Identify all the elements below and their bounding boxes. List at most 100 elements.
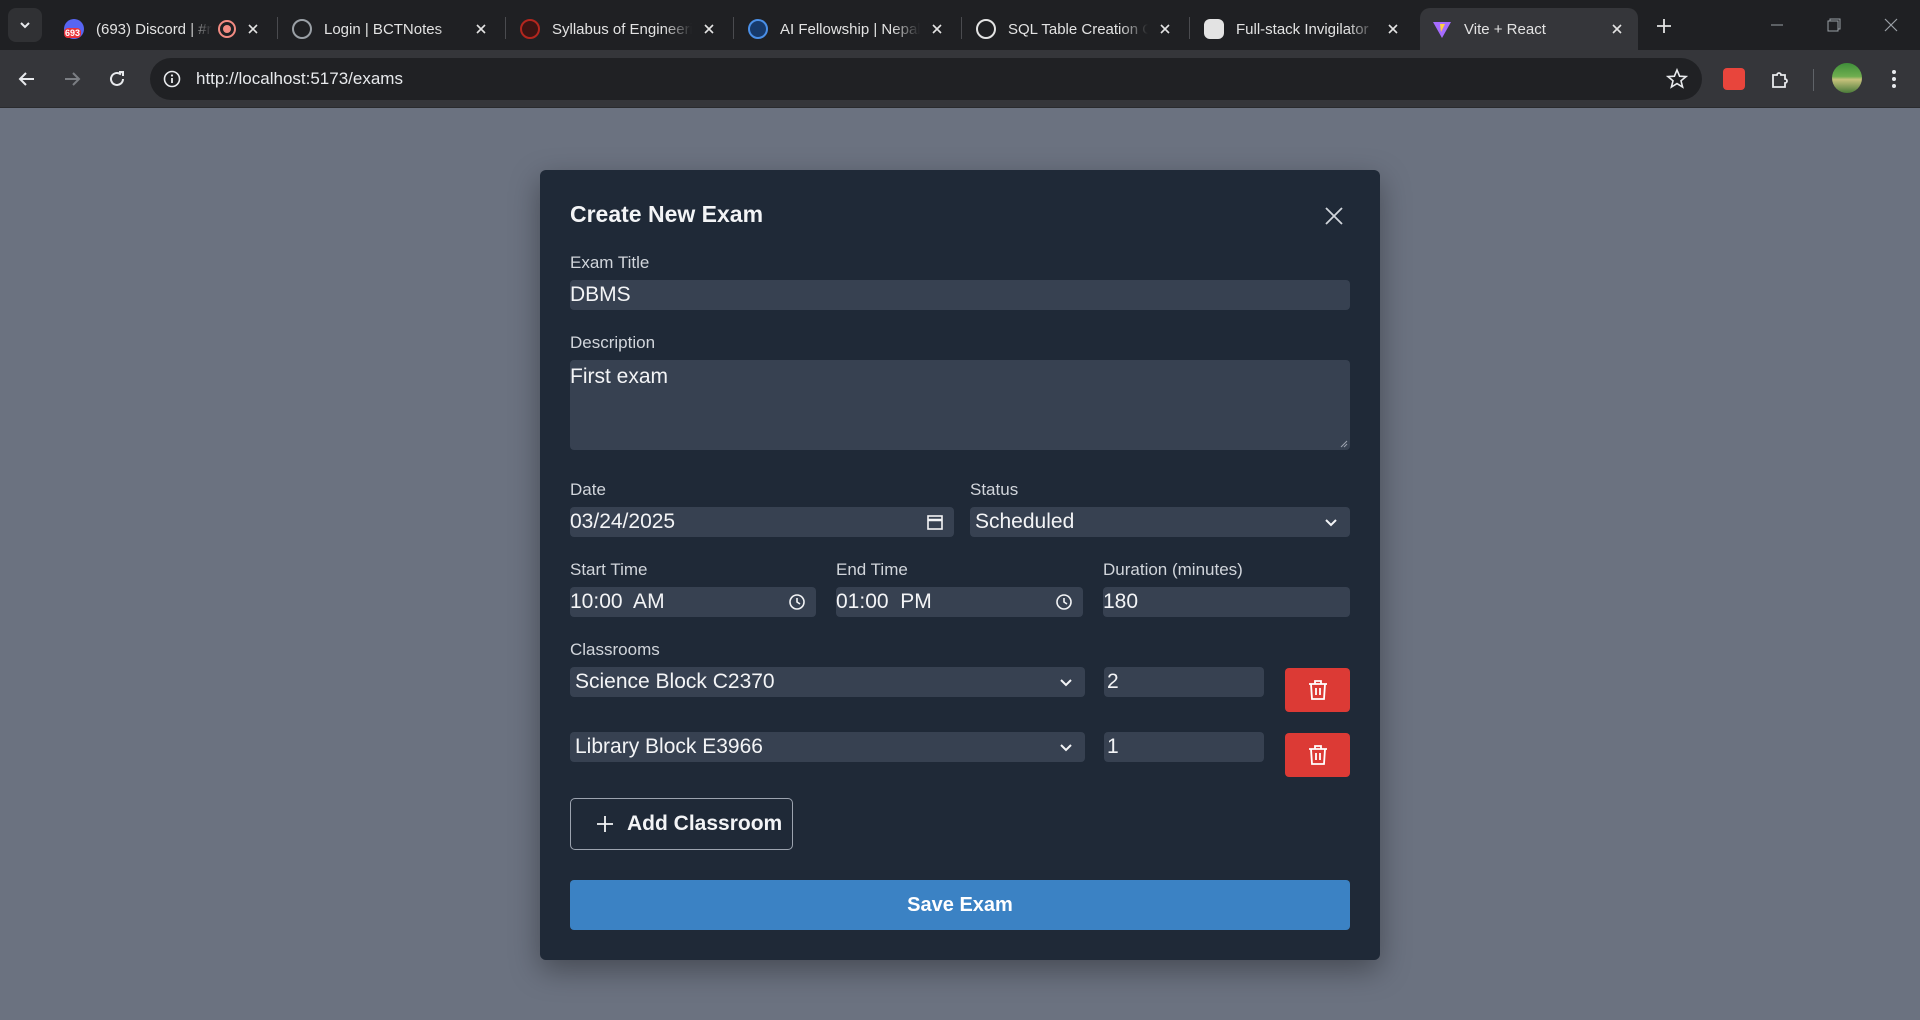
end-time-label: End Time — [836, 560, 908, 579]
menu-kebab-icon[interactable] — [1878, 63, 1910, 95]
site-info-icon[interactable] — [160, 67, 184, 91]
chevron-down-icon — [1322, 513, 1340, 531]
duration-label: Duration (minutes) — [1103, 560, 1243, 579]
tab-sql-table[interactable]: SQL Table Creation C — [964, 8, 1186, 50]
clock-icon[interactable] — [788, 593, 806, 611]
add-classroom-button[interactable]: Add Classroom — [570, 798, 793, 850]
address-bar[interactable]: http://localhost:5173/exams — [150, 58, 1702, 100]
tab-title: SQL Table Creation C — [1008, 20, 1148, 38]
tab-title: Vite + React — [1464, 20, 1546, 38]
chevron-down-icon — [20, 22, 30, 29]
university-logo-icon — [520, 19, 540, 39]
chevron-down-icon — [1057, 673, 1075, 691]
discord-badge: 693 — [64, 28, 82, 38]
plus-icon — [1657, 19, 1671, 33]
tab-bctnotes[interactable]: Login | BCTNotes — [280, 8, 502, 50]
chatgpt-icon — [976, 19, 996, 39]
minimize-button[interactable] — [1763, 12, 1791, 38]
trash-icon — [1308, 745, 1327, 765]
resize-grip-icon[interactable] — [1340, 440, 1348, 448]
close-tab-icon[interactable] — [472, 20, 490, 38]
arrow-right-icon — [65, 72, 81, 86]
browser-toolbar: http://localhost:5173/exams — [0, 50, 1920, 108]
close-icon — [1884, 18, 1898, 32]
clock-icon[interactable] — [1055, 593, 1073, 611]
classroom-count-input[interactable]: 2 — [1104, 667, 1264, 697]
close-tab-icon[interactable] — [244, 20, 262, 38]
tab-strip: 693 (693) Discord | #r Login | BCTNotes … — [0, 0, 1920, 50]
copilot-icon — [1204, 19, 1224, 39]
tab-title: AI Fellowship | Nepal — [780, 20, 920, 38]
tab-title: Syllabus of Engineerin — [552, 20, 692, 38]
exam-title-value: DBMS — [570, 283, 631, 306]
status-value: Scheduled — [975, 510, 1075, 533]
new-tab-button[interactable] — [1650, 12, 1678, 40]
url-text: http://localhost:5173/exams — [196, 69, 403, 88]
chevron-down-icon — [1057, 738, 1075, 756]
remove-classroom-button[interactable] — [1285, 733, 1350, 777]
extension-icon[interactable] — [1718, 63, 1750, 95]
close-tab-icon[interactable] — [1384, 20, 1402, 38]
classrooms-label: Classrooms — [570, 640, 660, 659]
reload-button[interactable] — [101, 63, 133, 95]
forward-button[interactable] — [56, 63, 88, 95]
arrow-left-icon — [18, 72, 34, 86]
close-tab-icon[interactable] — [1156, 20, 1174, 38]
tab-ai-fellowship[interactable]: AI Fellowship | Nepal — [736, 8, 958, 50]
discord-icon: 693 — [64, 19, 84, 39]
save-exam-label: Save Exam — [907, 893, 1013, 916]
fellowship-logo-icon — [748, 19, 768, 39]
audio-record-icon — [218, 20, 236, 38]
duration-input[interactable]: 180 — [1103, 587, 1350, 617]
close-icon — [1325, 207, 1343, 225]
close-tab-icon[interactable] — [700, 20, 718, 38]
classroom-count-value: 2 — [1107, 670, 1119, 693]
date-label: Date — [570, 480, 606, 499]
classroom-select[interactable]: Science Block C2370 — [570, 667, 1085, 697]
description-value: First exam — [570, 365, 669, 388]
tab-syllabus[interactable]: Syllabus of Engineerin — [508, 8, 730, 50]
back-button[interactable] — [11, 63, 43, 95]
modal-title: Create New Exam — [570, 201, 764, 227]
puzzle-icon[interactable] — [1764, 63, 1796, 95]
tab-vite-react[interactable]: Vite + React — [1420, 8, 1638, 50]
classroom-value: Science Block C2370 — [575, 670, 775, 693]
globe-icon — [292, 19, 312, 39]
save-exam-button[interactable]: Save Exam — [570, 880, 1350, 930]
close-window-button[interactable] — [1877, 12, 1905, 38]
calendar-icon[interactable] — [926, 513, 944, 531]
duration-value: 180 — [1103, 590, 1139, 613]
tab-search-button[interactable] — [8, 8, 42, 42]
reload-icon — [110, 71, 124, 86]
close-tab-icon[interactable] — [1608, 20, 1626, 38]
end-time-value: 01:00 PM — [836, 590, 932, 613]
start-time-value: 10:00 AM — [570, 590, 665, 613]
star-icon[interactable] — [1666, 68, 1688, 90]
description-textarea[interactable]: First exam — [570, 360, 1350, 450]
tab-invigilator[interactable]: Full-stack Invigilator — [1192, 8, 1414, 50]
profile-avatar[interactable] — [1832, 63, 1862, 93]
exam-title-input[interactable]: DBMS — [570, 280, 1350, 310]
tab-title: Full-stack Invigilator — [1236, 20, 1369, 38]
remove-classroom-button[interactable] — [1285, 668, 1350, 712]
date-value: 03/24/2025 — [570, 510, 676, 533]
tab-discord[interactable]: 693 (693) Discord | #r — [52, 8, 274, 50]
plus-icon — [597, 816, 613, 832]
classroom-value: Library Block E3966 — [575, 735, 763, 758]
close-modal-button[interactable] — [1322, 204, 1346, 228]
classroom-count-input[interactable]: 1 — [1104, 732, 1264, 762]
classroom-select[interactable]: Library Block E3966 — [570, 732, 1085, 762]
add-classroom-label: Add Classroom — [627, 812, 783, 835]
close-tab-icon[interactable] — [928, 20, 946, 38]
status-select[interactable]: Scheduled — [970, 507, 1350, 537]
classroom-count-value: 1 — [1107, 735, 1119, 758]
minimize-icon — [1771, 24, 1783, 26]
start-time-input[interactable]: 10:00 AM — [570, 587, 816, 617]
date-input[interactable]: 03/24/2025 — [570, 507, 954, 537]
vite-icon — [1432, 19, 1452, 39]
tab-title: (693) Discord | #r — [96, 20, 212, 38]
trash-icon — [1308, 680, 1327, 700]
end-time-input[interactable]: 01:00 PM — [836, 587, 1083, 617]
restore-button[interactable] — [1820, 12, 1848, 38]
description-label: Description — [570, 333, 656, 352]
